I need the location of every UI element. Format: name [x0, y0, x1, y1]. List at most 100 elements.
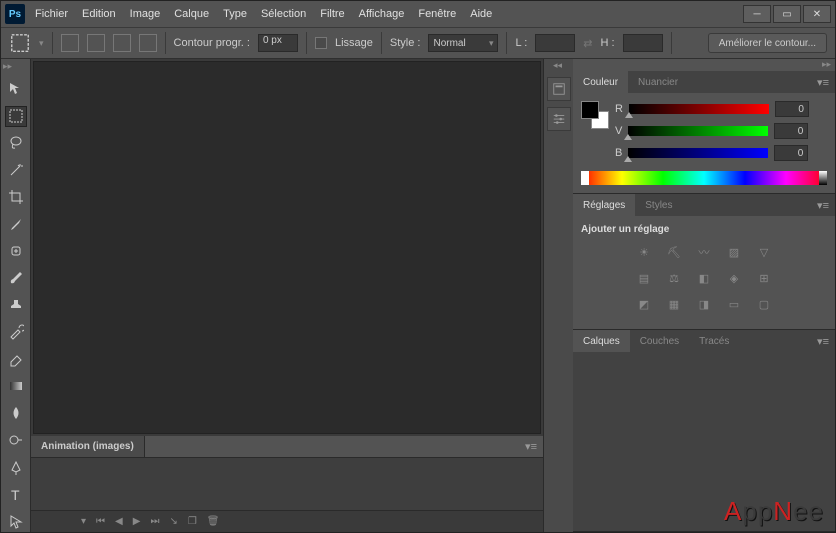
brush-tool[interactable] [5, 268, 27, 289]
dodge-tool[interactable] [5, 430, 27, 451]
history-panel-icon[interactable] [547, 77, 571, 101]
style-label: Style : [390, 37, 421, 49]
menu-layer[interactable]: Calque [174, 8, 209, 20]
adj-posterize-icon[interactable]: ▦ [665, 295, 683, 313]
magic-wand-tool[interactable] [5, 160, 27, 181]
tab-styles[interactable]: Styles [635, 194, 682, 216]
menu-file[interactable]: Fichier [35, 8, 68, 20]
tab-layers[interactable]: Calques [573, 330, 630, 352]
toolbox-collapse-icon[interactable]: ▸▸ [3, 61, 12, 72]
history-brush-tool[interactable] [5, 322, 27, 343]
r-slider[interactable] [629, 104, 769, 114]
menu-help[interactable]: Aide [470, 8, 492, 20]
anim-play-icon[interactable]: ▶ [133, 516, 141, 527]
marquee-tool[interactable] [5, 106, 27, 127]
canvas[interactable] [33, 61, 541, 434]
window-minimize-button[interactable]: ─ [743, 5, 771, 23]
tab-adjustments[interactable]: Réglages [573, 194, 635, 216]
adj-gradient-map-icon[interactable]: ▭ [725, 295, 743, 313]
type-tool[interactable]: T [5, 484, 27, 505]
anim-loop-icon[interactable]: ▾ [81, 516, 86, 527]
adj-levels-icon[interactable]: ⛏ [665, 243, 683, 261]
style-select[interactable]: Normal▾ [428, 34, 498, 52]
foreground-background-swatch[interactable] [581, 101, 609, 129]
blur-tool[interactable] [5, 403, 27, 424]
eyedropper-tool[interactable] [5, 214, 27, 235]
menu-image[interactable]: Image [130, 8, 161, 20]
stamp-tool[interactable] [5, 295, 27, 316]
anim-tween-icon[interactable]: ↘ [169, 516, 177, 527]
adj-hue-icon[interactable]: ▤ [635, 269, 653, 287]
lasso-tool[interactable] [5, 133, 27, 154]
eraser-tool[interactable] [5, 349, 27, 370]
active-tool-icon[interactable] [9, 32, 31, 54]
anim-newframe-icon[interactable]: ❐ [188, 516, 197, 527]
adj-brightness-icon[interactable]: ☀ [635, 243, 653, 261]
selection-subtract-icon[interactable] [113, 34, 131, 52]
height-input[interactable] [623, 34, 663, 52]
window-close-button[interactable]: ✕ [803, 5, 831, 23]
layers-panel-menu-icon[interactable]: ▾≡ [811, 330, 835, 352]
menu-type[interactable]: Type [223, 8, 247, 20]
menu-edit[interactable]: Edition [82, 8, 116, 20]
animation-tab[interactable]: Animation (images) [31, 436, 145, 457]
adj-selective-icon[interactable]: ▢ [755, 295, 773, 313]
menu-filter[interactable]: Filtre [320, 8, 344, 20]
app-logo: Ps [5, 4, 25, 24]
menu-window[interactable]: Fenêtre [418, 8, 456, 20]
adj-curves-icon[interactable]: 〰 [695, 243, 713, 261]
animation-panel-menu-icon[interactable]: ▾≡ [519, 440, 543, 453]
healing-tool[interactable] [5, 241, 27, 262]
window-maximize-button[interactable]: ▭ [773, 5, 801, 23]
adj-balance-icon[interactable]: ⚖ [665, 269, 683, 287]
tab-channels[interactable]: Couches [630, 330, 689, 352]
menu-selection[interactable]: Sélection [261, 8, 306, 20]
anim-next-icon[interactable]: ⏭ [150, 516, 159, 527]
tab-paths[interactable]: Tracés [689, 330, 739, 352]
midstrip-collapse-icon[interactable]: ◂◂ [553, 60, 562, 71]
panels-collapse-icon[interactable]: ▸▸ [822, 59, 831, 71]
anim-first-icon[interactable]: ⏮ [96, 516, 105, 527]
anim-delete-icon[interactable]: 🗑 [207, 516, 220, 527]
feather-input[interactable]: 0 px [258, 34, 298, 52]
adj-vibrance-icon[interactable]: ▽ [755, 243, 773, 261]
move-tool[interactable] [5, 78, 27, 99]
foreground-color-swatch[interactable] [581, 101, 599, 119]
selection-add-icon[interactable] [87, 34, 105, 52]
adj-threshold-icon[interactable]: ◨ [695, 295, 713, 313]
selection-new-icon[interactable] [61, 34, 79, 52]
color-spectrum[interactable] [581, 171, 827, 185]
selection-intersect-icon[interactable] [139, 34, 157, 52]
b-slider[interactable] [628, 148, 768, 158]
gradient-tool[interactable] [5, 376, 27, 397]
tool-preset-chevron-icon[interactable]: ▾ [39, 38, 44, 49]
crop-tool[interactable] [5, 187, 27, 208]
feather-label: Contour progr. : [174, 37, 250, 49]
tab-swatches[interactable]: Nuancier [628, 71, 688, 93]
antialias-checkbox[interactable] [315, 37, 327, 49]
animation-frames-area[interactable] [31, 458, 543, 510]
adj-photo-filter-icon[interactable]: ◈ [725, 269, 743, 287]
v-slider[interactable] [628, 126, 768, 136]
main-menu: Fichier Edition Image Calque Type Sélect… [35, 8, 492, 20]
adj-bw-icon[interactable]: ◧ [695, 269, 713, 287]
anim-prev-icon[interactable]: ◀ [115, 516, 123, 527]
b-value[interactable]: 0 [774, 145, 808, 161]
color-panel-menu-icon[interactable]: ▾≡ [811, 71, 835, 93]
adj-channel-mixer-icon[interactable]: ⊞ [755, 269, 773, 287]
tab-color[interactable]: Couleur [573, 71, 628, 93]
pen-tool[interactable] [5, 457, 27, 478]
v-value[interactable]: 0 [774, 123, 808, 139]
r-label: R [615, 103, 623, 115]
path-select-tool[interactable] [5, 511, 27, 532]
r-value[interactable]: 0 [775, 101, 809, 117]
refine-edge-button[interactable]: Améliorer le contour... [708, 33, 827, 53]
width-input[interactable] [535, 34, 575, 52]
properties-panel-icon[interactable] [547, 107, 571, 131]
adj-invert-icon[interactable]: ◩ [635, 295, 653, 313]
animation-panel: Animation (images) ▾≡ ▾ ⏮ ◀ ▶ ⏭ ↘ ❐ 🗑 [31, 436, 543, 532]
adjust-panel-menu-icon[interactable]: ▾≡ [811, 194, 835, 216]
adj-exposure-icon[interactable]: ▨ [725, 243, 743, 261]
swap-icon[interactable]: ⇄ [583, 37, 592, 50]
menu-view[interactable]: Affichage [359, 8, 405, 20]
